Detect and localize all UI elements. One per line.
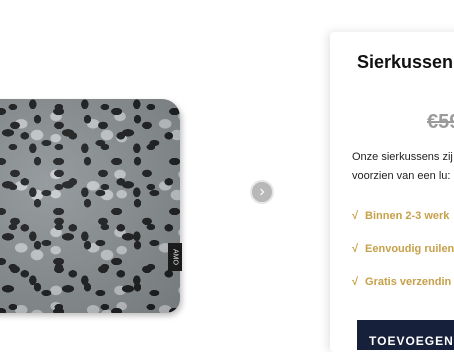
product-image-leopard-cushion[interactable]	[0, 99, 180, 313]
product-gallery: AMO ›	[0, 0, 330, 341]
brand-tag: AMO	[168, 243, 182, 271]
checkmark-icon: √	[352, 276, 359, 288]
usp-label: Binnen 2-3 werk	[365, 210, 450, 222]
usp-item-returns: √ Eenvoudig ruilen	[352, 243, 454, 276]
usp-list: √ Binnen 2-3 werk √ Eenvoudig ruilen √ G…	[352, 210, 454, 309]
usp-item-shipping: √ Gratis verzendin	[352, 276, 454, 309]
description-line: Onze sierkussens zij	[352, 151, 453, 163]
usp-item-delivery: √ Binnen 2-3 werk	[352, 210, 454, 243]
gallery-next-arrow-icon[interactable]: ›	[250, 180, 274, 204]
usp-label: Gratis verzendin	[365, 276, 452, 288]
checkmark-icon: √	[352, 210, 359, 222]
usp-label: Eenvoudig ruilen	[365, 243, 454, 255]
old-price: €59	[427, 111, 454, 133]
add-to-cart-button[interactable]: TOEVOEGEN	[357, 320, 454, 350]
product-description: Onze sierkussens zij voorzien van een lu…	[352, 148, 454, 186]
checkmark-icon: √	[352, 243, 359, 255]
product-title: Sierkussen	[357, 52, 454, 72]
description-line: voorzien van een lu:	[352, 170, 451, 182]
